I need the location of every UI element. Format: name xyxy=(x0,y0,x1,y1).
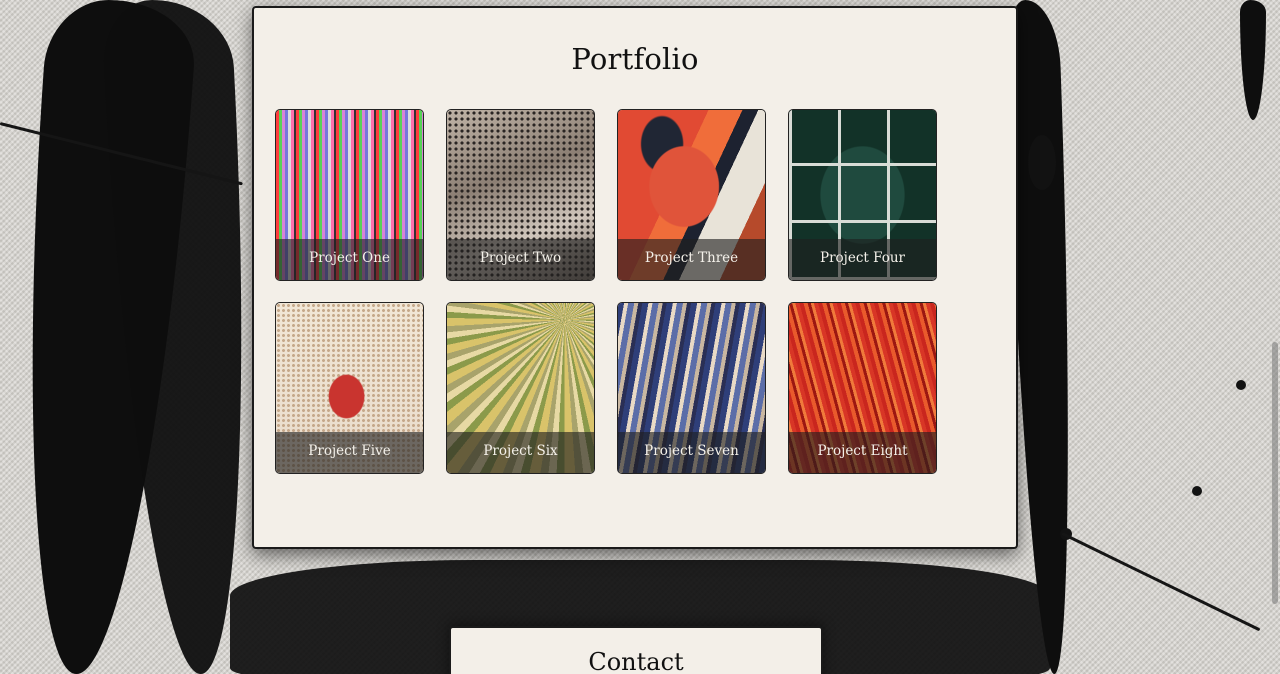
paint-splat xyxy=(1028,135,1056,190)
project-label: Project Eight xyxy=(789,432,936,473)
portfolio-title: Portfolio xyxy=(571,42,699,76)
project-card-four[interactable]: Project Four xyxy=(788,109,937,281)
contact-panel: Contact xyxy=(449,626,823,674)
project-grid: Project One Project Two Project Three Pr… xyxy=(275,109,937,474)
paint-splat xyxy=(1236,380,1246,390)
project-card-two[interactable]: Project Two xyxy=(446,109,595,281)
project-label: Project Six xyxy=(447,432,594,473)
scrollbar-thumb[interactable] xyxy=(1272,342,1278,604)
project-card-five[interactable]: Project Five xyxy=(275,302,424,474)
project-label: Project Four xyxy=(789,239,936,280)
project-card-seven[interactable]: Project Seven xyxy=(617,302,766,474)
paint-splat xyxy=(1192,486,1202,496)
project-card-three[interactable]: Project Three xyxy=(617,109,766,281)
paint-stroke xyxy=(1240,0,1266,120)
project-label: Project Three xyxy=(618,239,765,280)
project-card-eight[interactable]: Project Eight xyxy=(788,302,937,474)
project-card-six[interactable]: Project Six xyxy=(446,302,595,474)
paint-stroke xyxy=(100,0,266,674)
portfolio-panel: Portfolio Project One Project Two Projec… xyxy=(252,6,1018,549)
project-label: Project Two xyxy=(447,239,594,280)
project-label: Project Five xyxy=(276,432,423,473)
project-card-one[interactable]: Project One xyxy=(275,109,424,281)
paint-drip xyxy=(1061,532,1261,632)
contact-title: Contact xyxy=(588,648,684,674)
project-label: Project Seven xyxy=(618,432,765,473)
project-label: Project One xyxy=(276,239,423,280)
